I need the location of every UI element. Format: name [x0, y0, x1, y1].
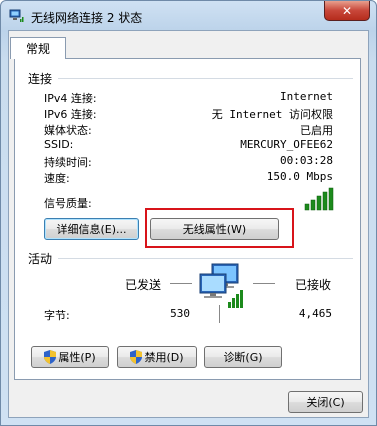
media-state-value: 已启用	[300, 124, 333, 137]
network-icon	[9, 9, 24, 22]
ipv6-label: IPv6 连接:	[44, 108, 97, 121]
uac-shield-icon	[130, 350, 143, 364]
speed-value: 150.0 Mbps	[266, 170, 333, 183]
sent-line	[170, 283, 192, 284]
received-line	[253, 283, 275, 284]
received-label: 已接收	[295, 278, 332, 292]
connection-separator	[58, 78, 353, 79]
close-icon: ✕	[341, 3, 353, 18]
sent-label: 已发送	[125, 278, 162, 292]
disable-button[interactable]: 禁用(D)	[117, 346, 197, 368]
duration-value: 00:03:28	[280, 154, 333, 167]
highlight-box	[145, 208, 294, 248]
signal-strength-icon	[304, 187, 334, 211]
duration-label: 持续时间:	[44, 156, 92, 169]
title-bar[interactable]: 无线网络连接 2 状态 ✕	[1, 1, 376, 31]
properties-button[interactable]: 属性(P)	[31, 346, 109, 368]
ipv4-label: IPv4 连接:	[44, 92, 97, 105]
signal-quality-label: 信号质量:	[44, 197, 92, 210]
diagnose-button[interactable]: 诊断(G)	[204, 346, 282, 368]
uac-shield-icon	[44, 350, 57, 364]
close-button[interactable]: 关闭(C)	[288, 391, 363, 413]
bytes-label: 字节:	[44, 309, 70, 322]
window-close-button[interactable]: ✕	[324, 1, 370, 21]
ipv6-value: 无 Internet 访问权限	[211, 108, 333, 121]
speed-label: 速度:	[44, 172, 70, 185]
network-computers-icon	[199, 263, 243, 308]
bytes-sent-value: 530	[170, 307, 190, 320]
connection-section-title: 连接	[28, 72, 53, 86]
tab-general[interactable]: 常规	[10, 37, 66, 59]
media-state-label: 媒体状态:	[44, 124, 92, 137]
ipv4-value: Internet	[280, 90, 333, 103]
bytes-received-value: 4,465	[298, 307, 332, 320]
activity-section-title: 活动	[28, 252, 53, 266]
activity-separator	[58, 258, 353, 259]
ssid-label: SSID:	[44, 138, 74, 151]
details-button[interactable]: 详细信息(E)...	[44, 218, 139, 240]
window-title: 无线网络连接 2 状态	[31, 11, 143, 25]
ssid-value: MERCURY_OFEE62	[240, 138, 333, 151]
